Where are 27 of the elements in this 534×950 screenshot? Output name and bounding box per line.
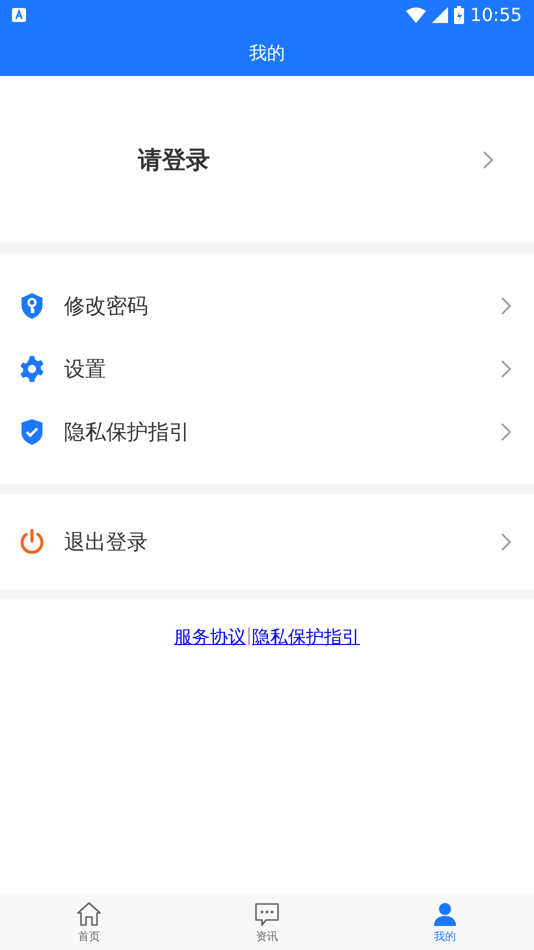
menu-item[interactable]: 隐私保护指引 [64,418,500,446]
tab[interactable]: 首页 [0,894,178,950]
signal-icon [432,7,448,23]
link-separator: | [246,625,252,648]
battery-icon [454,6,464,24]
wifi-icon [406,7,426,23]
settings-icon [18,354,46,382]
chevron-icon [500,358,512,378]
power-icon [18,528,46,556]
tab[interactable]: 我的 [356,894,534,950]
chevron-icon [500,296,512,316]
login-prompt[interactable]: 请登录 [138,144,210,176]
chevron-icon [500,422,512,442]
agreement-link[interactable]: 隐私保护指引 [252,625,360,649]
menu-item[interactable]: 设置 [64,354,500,382]
header-title: 我的 [249,42,285,65]
chevron-icon [482,150,494,170]
menu-item[interactable]: 修改密码 [64,292,500,320]
tab[interactable]: 资讯 [178,894,356,950]
status-time: 10:55 [470,4,522,26]
logout-item[interactable]: 退出登录 [64,528,500,556]
person-icon [431,900,459,926]
home-icon [75,900,103,926]
app-notification-icon [12,8,26,22]
chat-icon [253,900,281,926]
chevron-icon [500,532,512,552]
agreement-link[interactable]: 服务协议 [174,625,246,649]
